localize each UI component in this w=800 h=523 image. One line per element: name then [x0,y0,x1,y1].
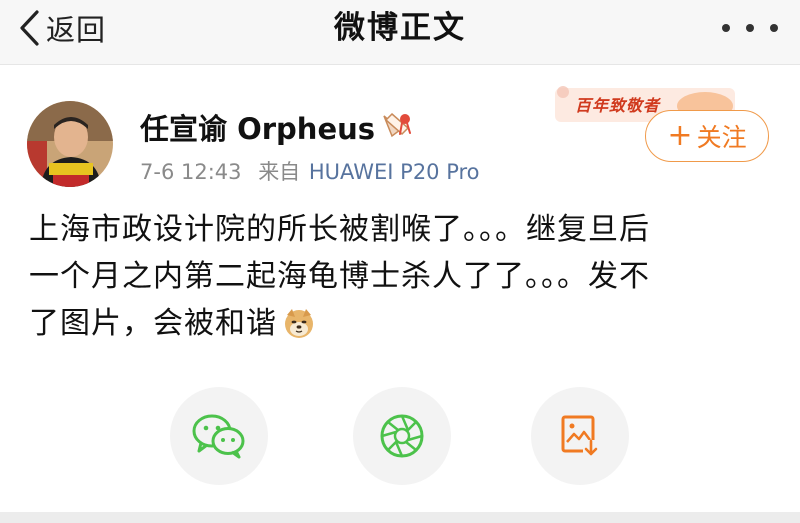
more-dot-icon [722,24,730,32]
ribbon-badge-icon[interactable] [378,110,414,144]
post-timestamp: 7-6 12:43 [140,160,242,184]
follow-button[interactable]: + 关注 [645,110,769,162]
page-title: 微博正文 [334,10,466,46]
post-meta: 7-6 12:43 来自 HUAWEI P20 Pro [140,156,480,186]
more-dot-icon [746,24,754,32]
source-label: 来自 [258,160,301,184]
nav-header: 返回 微博正文 [0,0,800,65]
follow-label: 关注 [696,123,747,152]
content-line: 上海市政设计院的所长被割喉了。。。继复旦后 [29,212,650,247]
more-options-button[interactable] [722,8,778,48]
decoration-text: 百年致敬者 [575,96,661,115]
bottom-divider [0,512,800,523]
more-dot-icon [770,24,778,32]
username[interactable]: 任宣谕 Orpheus [140,106,375,148]
save-image-icon [561,415,599,456]
content-line-last: 了图片，会被和谐 [29,300,779,353]
moments-aperture-icon [380,414,424,458]
device-link[interactable]: HUAWEI P20 Pro [309,160,480,184]
wechat-icon [192,414,245,459]
doge-emoji-icon [283,306,315,353]
save-image-button[interactable] [531,387,629,485]
avatar[interactable] [27,101,113,187]
share-moments-button[interactable] [353,387,451,485]
post-content: 上海市政设计院的所长被割喉了。。。继复旦后 一个月之内第二起海龟博士杀人了了。。… [29,206,779,353]
content-line: 一个月之内第二起海龟博士杀人了了。。。发不 [29,259,650,294]
plus-icon: + [667,118,693,153]
share-wechat-button[interactable] [170,387,268,485]
content-line-text: 了图片，会被和谐 [29,306,277,341]
